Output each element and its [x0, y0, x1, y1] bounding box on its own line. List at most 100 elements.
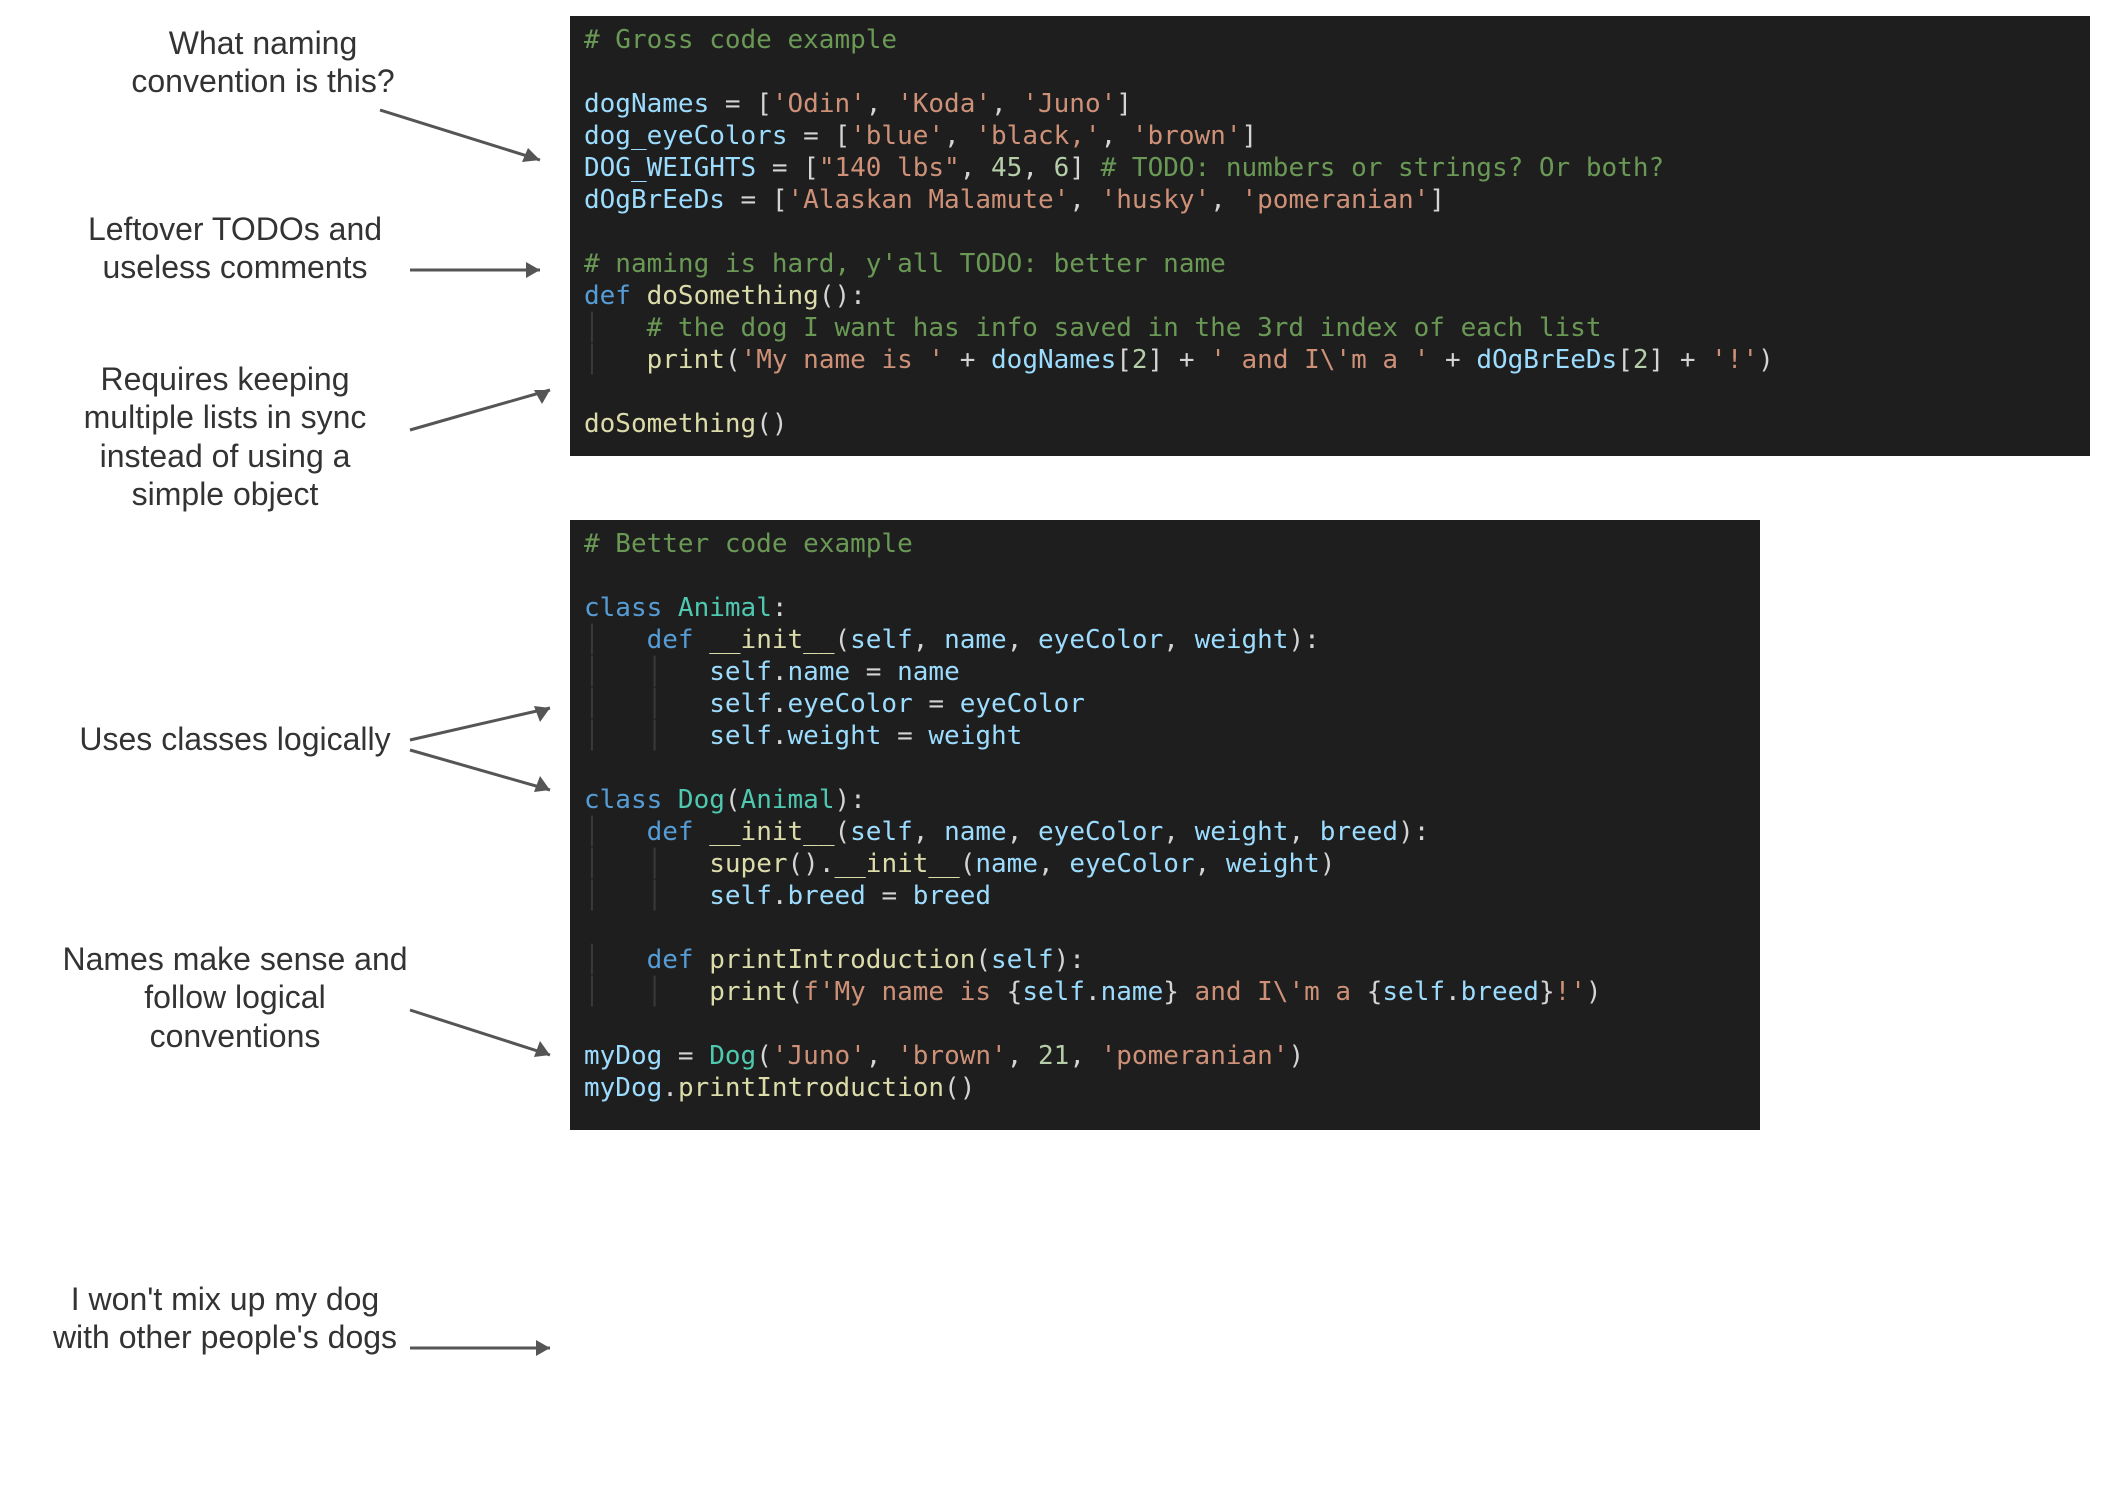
code-line	[584, 376, 2076, 408]
code-token: ,	[913, 625, 944, 655]
code-token: (	[725, 785, 741, 815]
code-token: ):	[1288, 625, 1319, 655]
code-token: !'	[1555, 977, 1586, 1007]
code-token: = [	[788, 121, 851, 151]
code-token: dOgBrEeDs	[1476, 345, 1617, 375]
code-token: ,	[866, 89, 897, 119]
code-token: ):	[834, 785, 865, 815]
code-token: breed	[1461, 977, 1539, 1007]
code-token: self	[709, 657, 772, 687]
code-token: =	[850, 657, 897, 687]
code-line: myDog.printIntroduction()	[584, 1072, 1746, 1104]
code-token: dOgBrEeDs	[584, 185, 725, 215]
code-line	[584, 560, 1746, 592]
code-token: self	[991, 945, 1054, 975]
code-token: __init__	[834, 849, 959, 879]
code-token: name	[975, 849, 1038, 879]
code-line: │ │ self.eyeColor = eyeColor	[584, 688, 1746, 720]
code-token: │	[584, 945, 647, 975]
code-token: self	[850, 817, 913, 847]
code-token: # Gross code example	[584, 25, 897, 55]
code-token: .	[1445, 977, 1461, 1007]
code-token: ().	[788, 849, 835, 879]
code-token: ,	[866, 1041, 897, 1071]
code-token: 'Koda'	[897, 89, 991, 119]
code-line: │ │ self.name = name	[584, 656, 1746, 688]
code-token: 'husky'	[1101, 185, 1211, 215]
code-token: ,	[1101, 121, 1132, 151]
code-token: breed	[913, 881, 991, 911]
code-token: myDog	[584, 1073, 662, 1103]
code-token: weight	[1195, 625, 1289, 655]
code-token: 21	[1038, 1041, 1069, 1071]
code-token: class	[584, 785, 678, 815]
code-line	[584, 912, 1746, 944]
code-token: printIntroduction	[678, 1073, 944, 1103]
code-token: │ │	[584, 689, 709, 719]
code-token: ,	[944, 121, 975, 151]
code-token: doSomething	[647, 281, 819, 311]
code-token: print	[647, 345, 725, 375]
code-token: ):	[1054, 945, 1085, 975]
code-token: ,	[1007, 625, 1038, 655]
code-token: def	[647, 945, 710, 975]
code-token: .	[772, 721, 788, 751]
code-token: ] +	[1649, 345, 1712, 375]
code-line: dogNames = ['Odin', 'Koda', 'Juno']	[584, 88, 2076, 120]
code-token: ():	[819, 281, 866, 311]
annotation-lists-sync: Requires keeping multiple lists in sync …	[50, 360, 400, 514]
code-token: doSomething	[584, 409, 756, 439]
code-token: (	[975, 945, 991, 975]
code-token: weight	[1226, 849, 1320, 879]
code-token: 'Juno'	[772, 1041, 866, 1071]
code-token: [	[1617, 345, 1633, 375]
code-token: 'Odin'	[772, 89, 866, 119]
code-token: dogNames	[584, 89, 709, 119]
code-token: ,	[913, 817, 944, 847]
code-token: eyeColor	[788, 689, 913, 719]
code-token: [	[1116, 345, 1132, 375]
code-token: 'blue'	[850, 121, 944, 151]
code-line: DOG_WEIGHTS = ["140 lbs", 45, 6] # TODO:…	[584, 152, 2076, 184]
code-line: # Gross code example	[584, 24, 2076, 56]
code-token: weight	[928, 721, 1022, 751]
code-token: (	[834, 625, 850, 655]
code-token: =	[881, 721, 928, 751]
code-token: ]	[1429, 185, 1445, 215]
arrow-icon	[400, 250, 560, 290]
code-line: │ def __init__(self, name, eyeColor, wei…	[584, 624, 1746, 656]
code-token: ]	[1116, 89, 1132, 119]
code-token: .	[1085, 977, 1101, 1007]
code-line: │ │ self.breed = breed	[584, 880, 1746, 912]
code-token: │	[584, 817, 647, 847]
code-token: :	[772, 593, 788, 623]
arrow-icon	[400, 380, 570, 440]
arrow-icon	[370, 100, 570, 180]
code-token: .	[772, 657, 788, 687]
code-token: 6	[1054, 153, 1070, 183]
code-token: ,	[1022, 153, 1053, 183]
code-token: def	[647, 625, 710, 655]
code-token: ,	[1069, 185, 1100, 215]
code-token: Dog	[678, 785, 725, 815]
code-token: .	[772, 881, 788, 911]
code-token: = [	[725, 185, 788, 215]
code-line	[584, 56, 2076, 88]
code-token: │ │	[584, 881, 709, 911]
code-line: def doSomething():	[584, 280, 2076, 312]
code-token: (	[725, 345, 741, 375]
code-token: )	[1288, 1041, 1304, 1071]
code-token: # the dog I want has info saved in the 3…	[647, 313, 1602, 343]
code-token: self	[709, 689, 772, 719]
code-token: self	[850, 625, 913, 655]
code-line: │ # the dog I want has info saved in the…	[584, 312, 2076, 344]
code-token: ,	[1007, 817, 1038, 847]
annotation-naming-convention: What naming convention is this?	[88, 24, 438, 101]
code-token: ,	[1163, 817, 1194, 847]
code-token: name	[944, 625, 1007, 655]
code-token: '!'	[1711, 345, 1758, 375]
code-token: ,	[1038, 849, 1069, 879]
code-token: ,	[1288, 817, 1319, 847]
code-token: ,	[1163, 625, 1194, 655]
code-token: self	[709, 881, 772, 911]
